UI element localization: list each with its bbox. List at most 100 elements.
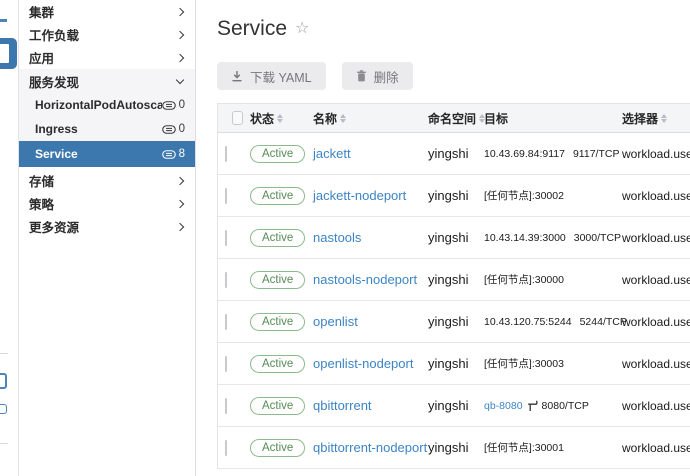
delete-label: 删除	[373, 70, 399, 85]
sidebar-item-policy[interactable]: 策略	[19, 192, 195, 215]
download-yaml-button[interactable]: 下载 YAML	[217, 62, 326, 90]
chevron-right-icon	[175, 30, 185, 39]
rail-active-cluster-icon[interactable]	[0, 38, 17, 69]
namespace-cell: yingshi	[428, 314, 469, 329]
counter-pill-icon	[161, 124, 176, 134]
status-badge: Active	[250, 144, 306, 163]
column-header-status[interactable]: 状态	[243, 110, 306, 127]
status-badge: Active	[250, 312, 306, 331]
target-address: 10.43.14.39:3000	[484, 231, 566, 244]
chevron-right-icon	[175, 53, 185, 62]
row-checkbox[interactable]	[225, 145, 227, 162]
selector-cell: workload.user.ca	[622, 398, 690, 413]
rail-partial-icon-1[interactable]	[0, 373, 7, 389]
target-cell: [任何节点]:30000	[477, 272, 615, 287]
resource-count-value: 0	[178, 123, 185, 135]
sidebar-item-service-discovery[interactable]: 服务发现	[19, 69, 195, 93]
column-header-target[interactable]: 目标	[477, 110, 615, 127]
namespace-cell: yingshi	[428, 188, 469, 203]
target-port: 3000/TCP	[573, 231, 622, 244]
target-address: 10.43.69.84:9117	[484, 147, 565, 160]
selector-cell: workload.user.ca	[622, 272, 690, 287]
rail-active-cluster-icon-glyph	[0, 44, 9, 63]
column-header-namespace[interactable]: 命名空间	[421, 110, 486, 127]
sidebar-item-label: 更多资源	[29, 221, 80, 235]
target-port: 8080/TCP	[541, 399, 589, 412]
service-name-link[interactable]: openlist	[313, 314, 358, 329]
selector-cell: workload.user.ca	[622, 146, 690, 161]
sort-icon	[277, 113, 284, 123]
row-checkbox[interactable]	[225, 313, 227, 330]
table-row: Active jackett-nodeport yingshi [任何节点]:3…	[218, 175, 690, 217]
sidebar-item-label: 应用	[29, 52, 55, 66]
status-badge: Active	[250, 186, 306, 205]
sidebar-item-label: 工作负载	[29, 29, 80, 43]
service-name-link[interactable]: qbittorrent-nodeport	[313, 440, 427, 455]
target-address: [任何节点]:30002	[484, 190, 564, 202]
table-row: Active openlist yingshi 10.43.120.75:524…	[218, 301, 690, 343]
column-header-name[interactable]: 名称	[306, 110, 421, 127]
resource-count-value: 0	[178, 99, 185, 111]
sidebar: 集群 工作负载 应用 服务发现 HorizontalPodAutoscaler …	[19, 0, 196, 476]
download-icon	[232, 71, 242, 82]
row-checkbox[interactable]	[225, 439, 227, 456]
sidebar-item-workloads[interactable]: 工作负载	[19, 23, 195, 46]
page-header: Service ☆	[217, 14, 690, 44]
sidebar-item-label: HorizontalPodAutoscaler	[35, 98, 162, 112]
namespace-cell: yingshi	[428, 356, 469, 371]
sidebar-item-label: 策略	[29, 198, 55, 212]
column-header-label: 名称	[313, 111, 338, 126]
sort-icon	[340, 113, 347, 123]
table-row: Active qbittorrent-nodeport yingshi [任何节…	[218, 427, 690, 469]
target-port-link[interactable]: qb-8080	[484, 400, 523, 412]
sidebar-item-cluster[interactable]: 集群	[19, 0, 195, 23]
chevron-down-icon	[175, 75, 185, 84]
rail-divider	[0, 353, 8, 354]
selector-cell: workload.user.ca	[622, 230, 690, 245]
toolbar: 下载 YAML 删除	[217, 62, 690, 90]
rail-partial-icon-2[interactable]	[0, 404, 7, 414]
sidebar-item-label: 服务发现	[29, 75, 80, 90]
sidebar-item-horizontalpodautoscaler[interactable]: HorizontalPodAutoscaler 0	[19, 93, 195, 117]
service-name-link[interactable]: openlist-nodeport	[313, 356, 413, 371]
target-cell: 10.43.69.84:9117 9117/TCP	[477, 147, 619, 160]
sort-icon	[661, 113, 668, 123]
target-cell: [任何节点]:30003	[477, 356, 615, 371]
column-header-label: 命名空间	[428, 111, 477, 126]
sidebar-item-ingress[interactable]: Ingress 0	[19, 117, 195, 141]
selector-cell: workload.user.ca	[622, 314, 690, 329]
sidebar-item-storage[interactable]: 存储	[19, 169, 195, 192]
target-port: 9117/TCP	[572, 147, 620, 160]
target-address: 10.43.120.75:5244	[484, 315, 572, 328]
sidebar-item-label: 存储	[29, 175, 55, 189]
resource-count: 8	[161, 148, 185, 160]
column-header-label: 状态	[250, 111, 275, 126]
target-address: [任何节点]:30003	[484, 358, 564, 370]
select-all-checkbox[interactable]	[232, 111, 243, 125]
service-name-link[interactable]: qbittorrent	[313, 398, 372, 413]
resource-count: 0	[161, 99, 185, 111]
favorite-star-icon[interactable]: ☆	[295, 21, 309, 37]
row-checkbox[interactable]	[225, 355, 227, 372]
service-name-link[interactable]: nastools	[313, 230, 361, 245]
sidebar-item-label: Ingress	[35, 122, 78, 136]
counter-pill-icon	[161, 149, 176, 159]
row-checkbox[interactable]	[225, 229, 227, 246]
namespace-cell: yingshi	[428, 146, 469, 161]
namespace-cell: yingshi	[428, 398, 469, 413]
row-checkbox[interactable]	[225, 397, 227, 414]
selector-cell: workload.user.ca	[622, 440, 690, 455]
table-row: Active nastools-nodeport yingshi [任何节点]:…	[218, 259, 690, 301]
sidebar-item-service[interactable]: Service 8	[19, 141, 195, 167]
service-name-link[interactable]: jackett	[313, 146, 351, 161]
row-checkbox[interactable]	[225, 187, 227, 204]
sidebar-group-service-discovery: 服务发现 HorizontalPodAutoscaler 0 Ingress 0…	[19, 69, 195, 167]
row-checkbox[interactable]	[225, 271, 227, 288]
sidebar-item-apps[interactable]: 应用	[19, 46, 195, 69]
chevron-right-icon	[175, 7, 185, 16]
service-name-link[interactable]: nastools-nodeport	[313, 272, 417, 287]
column-header-selector[interactable]: 选择器	[615, 110, 690, 127]
delete-button[interactable]: 删除	[341, 62, 413, 90]
service-name-link[interactable]: jackett-nodeport	[313, 188, 406, 203]
sidebar-item-more-resources[interactable]: 更多资源	[19, 215, 195, 238]
